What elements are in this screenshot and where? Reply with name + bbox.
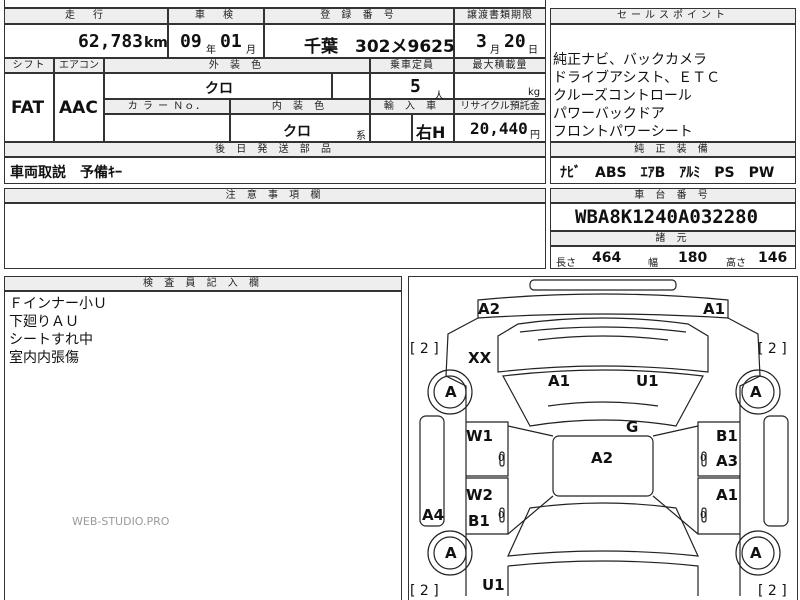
wheel-rear-left: A: [445, 544, 457, 562]
damage-door-rear-left-2: B1: [468, 512, 490, 530]
inspection-month-unit: 月: [246, 45, 256, 56]
sales-point-item: フロントパワーシート: [553, 124, 693, 140]
chassis-value: WBA8K1240A032280: [575, 206, 759, 228]
top-strip: [4, 0, 546, 8]
damage-door-front-left: W1: [466, 427, 493, 445]
mileage-unit: km: [144, 35, 168, 51]
later-parts-header: 後 日 発 送 部 品: [4, 142, 546, 157]
exterior-header: 外 装 色: [104, 58, 370, 73]
aircon-value: AAC: [59, 98, 98, 118]
import-cell: [370, 114, 412, 142]
factory-equipment-value: ﾅﾋﾞ ABS ｴｱB ｱﾙﾐ PS PW: [560, 165, 775, 181]
aircon-header: エアコン: [54, 58, 104, 73]
damage-door-front-right-2: A3: [716, 452, 739, 470]
damage-front-left: A2: [478, 300, 501, 318]
max-load-header: 最大積載量: [454, 58, 546, 73]
damage-door-rear-left: W2: [466, 486, 493, 504]
notes-box: [4, 203, 546, 269]
inspector-header: 検 査 員 記 入 欄: [4, 276, 402, 291]
marker-front-left: 0: [498, 453, 505, 464]
interior-value: クロ: [283, 124, 311, 140]
damage-roof: A2: [591, 449, 614, 467]
sales-points-header: セールスポイント: [550, 8, 796, 24]
wheel-front-left: A: [445, 383, 457, 401]
sales-point-item: パワーバックドア: [553, 106, 665, 122]
marker-rear-right: 0: [700, 510, 707, 521]
sales-point-item: ドライブアシスト、ＥＴＣ: [553, 70, 721, 86]
exterior-cell-extra: [332, 73, 370, 99]
sales-point-item: クルーズコントロール: [553, 88, 692, 104]
later-parts-value: 車両取説 予備ｷｰ: [10, 165, 122, 181]
inspection-month: 01: [220, 31, 242, 52]
import-value: 右H: [416, 123, 446, 142]
registration-header: 登 録 番 号: [264, 8, 454, 24]
color-no-cell: [104, 114, 230, 142]
width-label: 幅: [648, 258, 658, 269]
recycle-header: リサイクル預託金: [454, 99, 546, 114]
registration-value: 千葉 302メ9625: [304, 37, 455, 57]
wheel-front-right: A: [750, 383, 762, 401]
bracket-bottom-left: [ 2 ]: [410, 583, 439, 599]
shift-header: シフト: [4, 58, 54, 73]
wheel-rear-right: A: [750, 544, 762, 562]
damage-front-right: A1: [703, 300, 726, 318]
marker-front-right: 0: [700, 453, 707, 464]
length-value: 464: [592, 250, 622, 266]
damage-rear-left: U1: [482, 576, 505, 594]
interior-suffix: 系: [356, 131, 366, 142]
recycle-value: 20,440: [470, 119, 528, 138]
inspector-line: シートすれ中: [9, 332, 93, 348]
shift-value: FAT: [11, 98, 45, 118]
mileage-header: 走 行: [4, 8, 168, 24]
dimensions-header: 諸 元: [550, 231, 796, 246]
inspection-header: 車 検: [168, 8, 264, 24]
import-header: 輸 入 車: [370, 99, 454, 114]
inspector-line: 室内内張傷: [9, 350, 79, 366]
damage-sill-left: A4: [422, 506, 445, 524]
length-label: 長さ: [556, 258, 576, 269]
capacity-header: 乗車定員: [370, 58, 454, 73]
height-label: 高さ: [726, 258, 746, 269]
bracket-top-left: [ 2 ]: [410, 341, 439, 357]
chassis-header: 車 台 番 号: [550, 188, 796, 203]
capacity-value: 5: [410, 76, 421, 97]
sales-point-item: 純正ナビ、バックカメラ: [553, 52, 707, 68]
damage-hood-left: A1: [548, 372, 571, 390]
inspection-year-unit: 年: [206, 45, 216, 56]
transfer-month-unit: 月: [490, 45, 500, 56]
exterior-value: クロ: [205, 81, 233, 97]
bracket-bottom-right: [ 2 ]: [758, 583, 787, 599]
max-load-unit: kg: [528, 87, 541, 98]
damage-door-front-right: B1: [716, 427, 738, 445]
watermark-text: WEB-STUDIO.PRO: [72, 515, 170, 528]
interior-header: 内 装 色: [230, 99, 370, 114]
notes-header: 注 意 事 項 欄: [4, 188, 546, 203]
transfer-month: 3: [476, 31, 487, 52]
damage-fender-left: XX: [468, 349, 492, 367]
color-no-header: カ ラ ー Ｎｏ．: [104, 99, 230, 114]
damage-door-rear-right: A1: [716, 486, 739, 504]
inspection-year: 09: [180, 31, 202, 52]
damage-hood-right: U1: [636, 372, 659, 390]
bracket-top-right: [ 2 ]: [758, 341, 787, 357]
marker-rear-left: 0: [498, 510, 505, 521]
transfer-header: 譲渡書類期限: [454, 8, 546, 24]
factory-equipment-header: 純 正 装 備: [550, 142, 796, 157]
inspector-line: 下廻りＡＵ: [9, 314, 79, 330]
recycle-unit: 円: [530, 130, 540, 141]
inspector-line: Ｆインナー小Ｕ: [9, 296, 107, 312]
mileage-value: 62,783: [78, 31, 144, 52]
height-value: 146: [758, 250, 788, 266]
damage-windshield: G: [626, 418, 639, 436]
width-value: 180: [678, 250, 708, 266]
transfer-day: 20: [504, 31, 526, 52]
transfer-day-unit: 日: [528, 45, 538, 56]
